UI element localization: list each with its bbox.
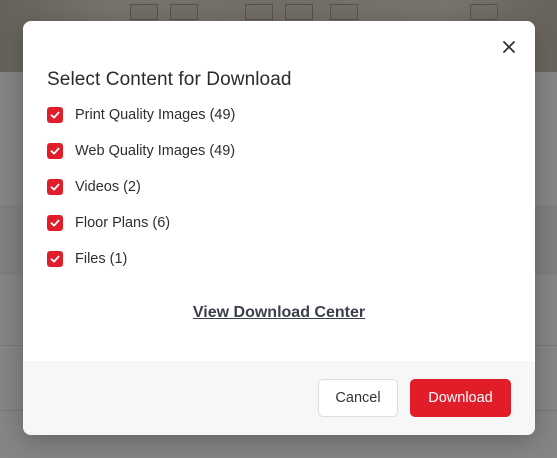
option-label: Videos (2) bbox=[75, 179, 141, 195]
checkbox-print-quality-images[interactable] bbox=[47, 107, 63, 123]
checkbox-files[interactable] bbox=[47, 251, 63, 267]
view-download-center-link[interactable]: View Download Center bbox=[23, 304, 535, 322]
check-icon bbox=[50, 147, 60, 155]
modal-footer: Cancel Download bbox=[23, 362, 535, 435]
check-icon bbox=[50, 183, 60, 191]
cancel-button[interactable]: Cancel bbox=[318, 379, 398, 417]
checkbox-floor-plans[interactable] bbox=[47, 215, 63, 231]
option-floor-plans[interactable]: Floor Plans (6) bbox=[47, 213, 235, 233]
checkbox-videos[interactable] bbox=[47, 179, 63, 195]
close-button[interactable] bbox=[501, 39, 517, 55]
option-label: Files (1) bbox=[75, 251, 128, 267]
download-button[interactable]: Download bbox=[410, 379, 511, 417]
option-label: Web Quality Images (49) bbox=[75, 143, 236, 159]
close-icon bbox=[503, 41, 515, 53]
check-icon bbox=[50, 111, 60, 119]
modal-title: Select Content for Download bbox=[47, 69, 292, 90]
option-label: Floor Plans (6) bbox=[75, 215, 171, 231]
option-web-quality-images[interactable]: Web Quality Images (49) bbox=[47, 141, 235, 161]
checkbox-web-quality-images[interactable] bbox=[47, 143, 63, 159]
content-options: Print Quality Images (49) Web Quality Im… bbox=[47, 105, 235, 285]
check-icon bbox=[50, 219, 60, 227]
download-modal: Select Content for Download Print Qualit… bbox=[23, 21, 535, 435]
check-icon bbox=[50, 255, 60, 263]
option-print-quality-images[interactable]: Print Quality Images (49) bbox=[47, 105, 235, 125]
option-videos[interactable]: Videos (2) bbox=[47, 177, 235, 197]
option-label: Print Quality Images (49) bbox=[75, 107, 236, 123]
option-files[interactable]: Files (1) bbox=[47, 249, 235, 269]
